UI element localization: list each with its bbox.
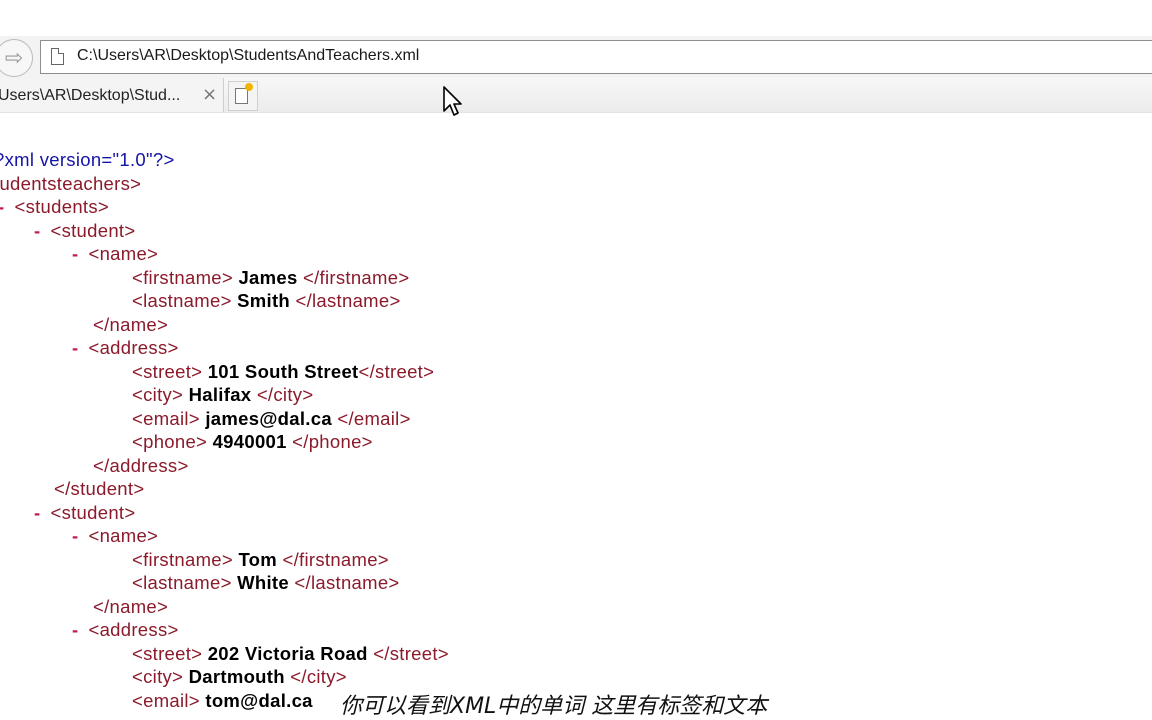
xml-line: - <name> (72, 524, 158, 548)
xml-text: 4940001 (207, 431, 293, 452)
address-text: C:\Users\AR\Desktop\StudentsAndTeachers.… (77, 47, 420, 64)
xml-tag: <address> (88, 619, 179, 640)
xml-line: <street> 101 South Street</street> (132, 360, 434, 384)
xml-line: <email> tom@dal.ca (132, 689, 313, 713)
xml-tag: <street> (132, 642, 203, 664)
xml-tag: <student> (50, 219, 136, 241)
xml-tag: </lastname> (294, 572, 400, 593)
tab-active[interactable]: Users\AR\Desktop\Stud... × (0, 78, 224, 112)
xml-line: </name> (93, 595, 168, 619)
xml-document-view: ?xml version="1.0"?>tudentsteachers>-<st… (0, 148, 1152, 720)
xml-tag: </address> (93, 454, 189, 476)
sparkle-icon (245, 83, 253, 91)
xml-tag: <city> (132, 384, 184, 405)
xml-tag: </street> (358, 360, 435, 382)
xml-text: Dartmouth (183, 666, 291, 687)
xml-line: </name> (93, 313, 168, 337)
xml-tag: <address> (88, 337, 179, 358)
xml-line: <city> Dartmouth </city> (132, 665, 347, 689)
collapse-toggle[interactable]: - (34, 220, 40, 241)
xml-tag: </name> (93, 313, 169, 335)
xml-tag: <students> (14, 196, 110, 217)
xml-line: <firstname> James </firstname> (132, 266, 409, 290)
xml-line: - <address> (72, 618, 179, 642)
xml-tag: <phone> (132, 431, 208, 452)
xml-tag: </phone> (292, 431, 373, 452)
xml-text: james@dal.ca (199, 407, 338, 429)
collapse-toggle[interactable]: - (72, 243, 78, 264)
xml-line: - <name> (72, 242, 158, 266)
collapse-toggle[interactable]: - (72, 619, 78, 640)
new-tab-button[interactable] (228, 81, 258, 111)
xml-tag: <firstname> (132, 548, 233, 570)
xml-line: <email> james@dal.ca </email> (132, 407, 411, 431)
tab-strip: Users\AR\Desktop\Stud... × (0, 78, 1152, 113)
address-field[interactable]: C:\Users\AR\Desktop\StudentsAndTeachers.… (40, 40, 1152, 74)
page-icon (51, 48, 64, 65)
xml-tag: </name> (93, 595, 169, 617)
xml-tag: <student> (50, 501, 136, 523)
xml-line: <city> Halifax </city> (132, 383, 313, 407)
xml-tag: <street> (132, 360, 203, 382)
xml-tag: <email> (132, 689, 200, 711)
xml-line: tudentsteachers> (0, 172, 141, 196)
close-icon[interactable]: × (202, 84, 217, 105)
xml-tag: </student> (54, 478, 145, 499)
xml-line: - <student> (34, 219, 135, 243)
forward-button[interactable]: ⇨ (0, 39, 33, 77)
xml-text: tom@dal.ca (199, 689, 313, 711)
xml-text: White (231, 572, 295, 593)
xml-tag: <lastname> (132, 290, 232, 311)
forward-arrow-icon: ⇨ (4, 45, 24, 71)
xml-tag: <lastname> (132, 572, 232, 593)
video-subtitle: 你可以看到XML中的单词 这里有标签和文本 (340, 694, 768, 719)
xml-line: ?xml version="1.0"?> (0, 148, 175, 172)
xml-tag: <name> (88, 243, 159, 264)
xml-tag: </firstname> (282, 548, 389, 570)
xml-line: <phone> 4940001 </phone> (132, 430, 373, 454)
collapse-toggle[interactable]: - (0, 196, 4, 217)
xml-text: 101 South Street (202, 360, 359, 382)
xml-line: <street> 202 Victoria Road </street> (132, 642, 449, 666)
xml-line: <lastname> Smith </lastname> (132, 289, 401, 313)
xml-tag: <email> (132, 407, 200, 429)
xml-text: Smith (231, 290, 296, 311)
xml-line: <lastname> White </lastname> (132, 571, 400, 595)
xml-tag: </city> (290, 666, 347, 687)
mouse-cursor-icon (443, 86, 462, 116)
xml-text: James (233, 266, 303, 288)
xml-line: </student> (54, 477, 144, 501)
xml-tag: <city> (132, 666, 184, 687)
xml-line: </address> (93, 454, 189, 478)
xml-tag: <name> (88, 525, 159, 546)
xml-line: - <student> (34, 501, 135, 525)
xml-line: - <address> (72, 336, 179, 360)
xml-tag: <firstname> (132, 266, 233, 288)
xml-tag: </lastname> (295, 290, 401, 311)
xml-tag: </street> (373, 642, 449, 664)
xml-line: <firstname> Tom </firstname> (132, 548, 389, 572)
tab-title: Users\AR\Desktop\Stud... (0, 87, 181, 104)
xml-text: 202 Victoria Road (202, 642, 374, 664)
collapse-toggle[interactable]: - (72, 337, 78, 358)
xml-tag: </email> (337, 407, 411, 429)
xml-tag: tudentsteachers> (0, 172, 142, 194)
xml-text: Tom (233, 548, 283, 570)
xml-tag: </firstname> (303, 266, 410, 288)
xml-declaration: ?xml version="1.0"?> (0, 149, 175, 170)
xml-line: -<students> (0, 195, 109, 219)
address-bar-row: ⇨ C:\Users\AR\Desktop\StudentsAndTeacher… (0, 36, 1152, 78)
xml-text: Halifax (183, 384, 257, 405)
collapse-toggle[interactable]: - (72, 525, 78, 546)
collapse-toggle[interactable]: - (34, 502, 40, 523)
xml-tag: </city> (256, 384, 314, 405)
